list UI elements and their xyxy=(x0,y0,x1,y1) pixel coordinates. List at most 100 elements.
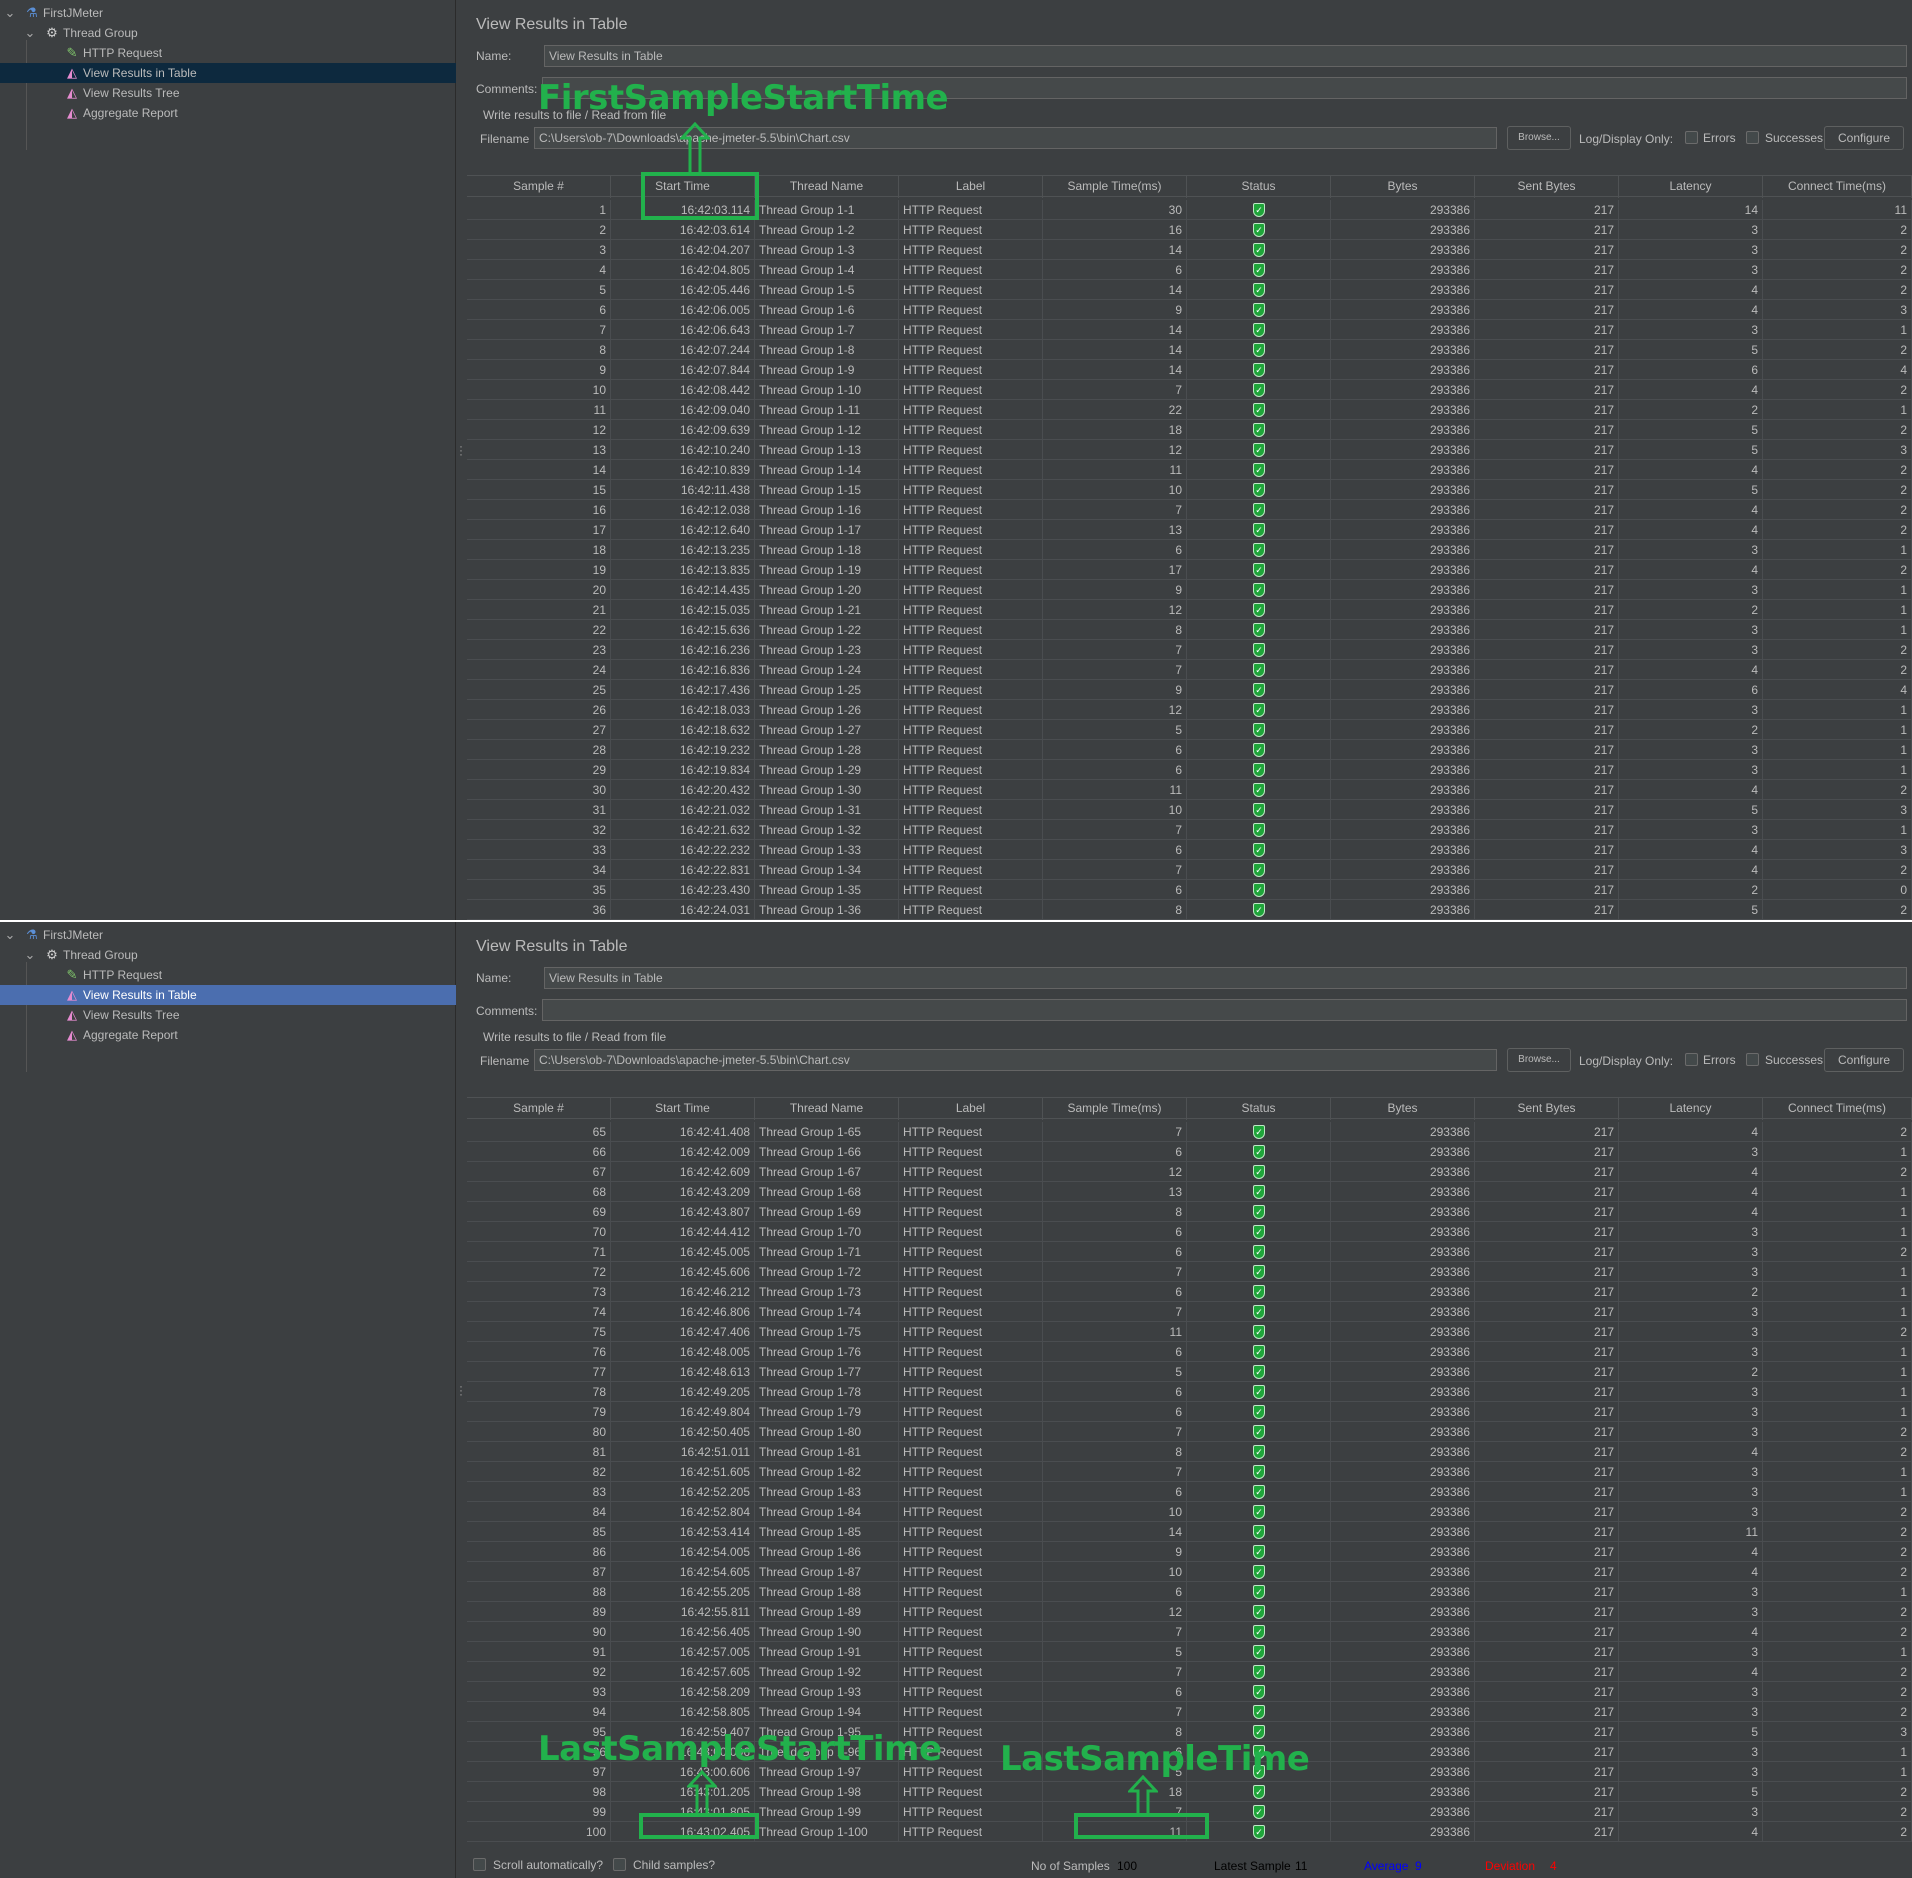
table-row[interactable]: 92 16:42:57.605 Thread Group 1-92 HTTP Requ… xyxy=(467,1662,1912,1682)
tree-item[interactable]: ✎ HTTP Request xyxy=(0,43,456,63)
child-samples-checkbox[interactable] xyxy=(613,1858,626,1871)
scroll-automatically-checkbox[interactable] xyxy=(473,1858,486,1871)
table-row[interactable]: 25 16:42:17.436 Thread Group 1-25 HTTP Requ… xyxy=(467,680,1912,700)
table-row[interactable]: 85 16:42:53.414 Thread Group 1-85 HTTP Requ… xyxy=(467,1522,1912,1542)
table-row[interactable]: 19 16:42:13.835 Thread Group 1-19 HTTP Requ… xyxy=(467,560,1912,580)
table-row[interactable]: 68 16:42:43.209 Thread Group 1-68 HTTP Requ… xyxy=(467,1182,1912,1202)
table-row[interactable]: 18 16:42:13.235 Thread Group 1-18 HTTP Requ… xyxy=(467,540,1912,560)
chevron-down-icon[interactable]: ⌄ xyxy=(22,947,38,963)
tree-item[interactable]: ◭ Aggregate Report xyxy=(0,103,456,123)
successes-checkbox[interactable] xyxy=(1746,131,1759,144)
column-header-bytes[interactable]: Bytes xyxy=(1331,176,1475,198)
table-row[interactable]: 30 16:42:20.432 Thread Group 1-30 HTTP Requ… xyxy=(467,780,1912,800)
table-row[interactable]: 75 16:42:47.406 Thread Group 1-75 HTTP Requ… xyxy=(467,1322,1912,1342)
table-row[interactable]: 79 16:42:49.804 Thread Group 1-79 HTTP Requ… xyxy=(467,1402,1912,1422)
column-header-sample-number[interactable]: Sample # xyxy=(467,1098,611,1120)
table-row[interactable]: 17 16:42:12.640 Thread Group 1-17 HTTP Requ… xyxy=(467,520,1912,540)
tree-item[interactable]: ◭ Aggregate Report xyxy=(0,1025,456,1045)
table-row[interactable]: 29 16:42:19.834 Thread Group 1-29 HTTP Requ… xyxy=(467,760,1912,780)
errors-checkbox[interactable] xyxy=(1685,1053,1698,1066)
browse-button[interactable]: Browse... xyxy=(1507,126,1571,150)
table-row[interactable]: 2 16:42:03.614 Thread Group 1-2 HTTP Reques… xyxy=(467,220,1912,240)
table-row[interactable]: 6 16:42:06.005 Thread Group 1-6 HTTP Reques… xyxy=(467,300,1912,320)
table-row[interactable]: 12 16:42:09.639 Thread Group 1-12 HTTP Requ… xyxy=(467,420,1912,440)
column-header-sample-time[interactable]: Sample Time(ms) xyxy=(1043,176,1187,198)
column-header-sent-bytes[interactable]: Sent Bytes xyxy=(1475,1098,1619,1120)
table-row[interactable]: 8 16:42:07.244 Thread Group 1-8 HTTP Reques… xyxy=(467,340,1912,360)
table-row[interactable]: 28 16:42:19.232 Thread Group 1-28 HTTP Requ… xyxy=(467,740,1912,760)
table-row[interactable]: 33 16:42:22.232 Thread Group 1-33 HTTP Requ… xyxy=(467,840,1912,860)
tree-item[interactable]: ⌄ ⚙ Thread Group xyxy=(0,23,456,43)
filename-input[interactable]: C:\Users\ob-7\Downloads\apache-jmeter-5.… xyxy=(534,127,1497,149)
table-row[interactable]: 74 16:42:46.806 Thread Group 1-74 HTTP Requ… xyxy=(467,1302,1912,1322)
filename-input[interactable]: C:\Users\ob-7\Downloads\apache-jmeter-5.… xyxy=(534,1049,1497,1071)
table-row[interactable]: 14 16:42:10.839 Thread Group 1-14 HTTP Requ… xyxy=(467,460,1912,480)
table-row[interactable]: 84 16:42:52.804 Thread Group 1-84 HTTP Requ… xyxy=(467,1502,1912,1522)
column-header-label[interactable]: Label xyxy=(899,1098,1043,1120)
table-row[interactable]: 91 16:42:57.005 Thread Group 1-91 HTTP Requ… xyxy=(467,1642,1912,1662)
table-row[interactable]: 76 16:42:48.005 Thread Group 1-76 HTTP Requ… xyxy=(467,1342,1912,1362)
chevron-down-icon[interactable]: ⌄ xyxy=(22,25,38,41)
table-row[interactable]: 11 16:42:09.040 Thread Group 1-11 HTTP Requ… xyxy=(467,400,1912,420)
column-header-start-time[interactable]: Start Time xyxy=(611,1098,755,1120)
configure-button[interactable]: Configure xyxy=(1824,126,1904,150)
tree-item[interactable]: ✎ HTTP Request xyxy=(0,965,456,985)
tree-item[interactable]: ⌄ ⚗ FirstJMeter xyxy=(0,3,456,23)
table-row[interactable]: 36 16:42:24.031 Thread Group 1-36 HTTP Requ… xyxy=(467,900,1912,920)
table-row[interactable]: 24 16:42:16.836 Thread Group 1-24 HTTP Requ… xyxy=(467,660,1912,680)
column-header-latency[interactable]: Latency xyxy=(1619,1098,1763,1120)
table-row[interactable]: 66 16:42:42.009 Thread Group 1-66 HTTP Requ… xyxy=(467,1142,1912,1162)
column-header-bytes[interactable]: Bytes xyxy=(1331,1098,1475,1120)
column-header-thread-name[interactable]: Thread Name xyxy=(755,176,899,198)
table-row[interactable]: 20 16:42:14.435 Thread Group 1-20 HTTP Requ… xyxy=(467,580,1912,600)
table-row[interactable]: 7 16:42:06.643 Thread Group 1-7 HTTP Reques… xyxy=(467,320,1912,340)
table-row[interactable]: 90 16:42:56.405 Thread Group 1-90 HTTP Requ… xyxy=(467,1622,1912,1642)
column-header-connect-time[interactable]: Connect Time(ms) xyxy=(1763,1098,1912,1120)
name-input[interactable]: View Results in Table xyxy=(544,45,1907,67)
table-row[interactable]: 71 16:42:45.005 Thread Group 1-71 HTTP Requ… xyxy=(467,1242,1912,1262)
tree-item[interactable]: ◭ View Results in Table xyxy=(0,63,456,83)
table-row[interactable]: 3 16:42:04.207 Thread Group 1-3 HTTP Reques… xyxy=(467,240,1912,260)
table-row[interactable]: 15 16:42:11.438 Thread Group 1-15 HTTP Requ… xyxy=(467,480,1912,500)
column-header-status[interactable]: Status xyxy=(1187,176,1331,198)
table-row[interactable]: 26 16:42:18.033 Thread Group 1-26 HTTP Requ… xyxy=(467,700,1912,720)
table-row[interactable]: 35 16:42:23.430 Thread Group 1-35 HTTP Requ… xyxy=(467,880,1912,900)
table-row[interactable]: 16 16:42:12.038 Thread Group 1-16 HTTP Requ… xyxy=(467,500,1912,520)
table-row[interactable]: 88 16:42:55.205 Thread Group 1-88 HTTP Requ… xyxy=(467,1582,1912,1602)
browse-button[interactable]: Browse... xyxy=(1507,1048,1571,1072)
table-row[interactable]: 94 16:42:58.805 Thread Group 1-94 HTTP Requ… xyxy=(467,1702,1912,1722)
table-row[interactable]: 80 16:42:50.405 Thread Group 1-80 HTTP Requ… xyxy=(467,1422,1912,1442)
splitter-handle[interactable]: · · · xyxy=(458,1380,464,1400)
comments-input[interactable] xyxy=(542,999,1907,1021)
table-row[interactable]: 82 16:42:51.605 Thread Group 1-82 HTTP Requ… xyxy=(467,1462,1912,1482)
column-header-latency[interactable]: Latency xyxy=(1619,176,1763,198)
table-row[interactable]: 32 16:42:21.632 Thread Group 1-32 HTTP Requ… xyxy=(467,820,1912,840)
table-row[interactable]: 93 16:42:58.209 Thread Group 1-93 HTTP Requ… xyxy=(467,1682,1912,1702)
table-row[interactable]: 21 16:42:15.035 Thread Group 1-21 HTTP Requ… xyxy=(467,600,1912,620)
configure-button[interactable]: Configure xyxy=(1824,1048,1904,1072)
table-row[interactable]: 72 16:42:45.606 Thread Group 1-72 HTTP Requ… xyxy=(467,1262,1912,1282)
table-row[interactable]: 34 16:42:22.831 Thread Group 1-34 HTTP Requ… xyxy=(467,860,1912,880)
column-header-label[interactable]: Label xyxy=(899,176,1043,198)
column-header-status[interactable]: Status xyxy=(1187,1098,1331,1120)
table-row[interactable]: 69 16:42:43.807 Thread Group 1-69 HTTP Requ… xyxy=(467,1202,1912,1222)
table-row[interactable]: 77 16:42:48.613 Thread Group 1-77 HTTP Requ… xyxy=(467,1362,1912,1382)
tree-item[interactable]: ◭ View Results in Table xyxy=(0,985,456,1005)
table-row[interactable]: 98 16:43:01.205 Thread Group 1-98 HTTP Requ… xyxy=(467,1782,1912,1802)
table-row[interactable]: 83 16:42:52.205 Thread Group 1-83 HTTP Requ… xyxy=(467,1482,1912,1502)
table-row[interactable]: 9 16:42:07.844 Thread Group 1-9 HTTP Reques… xyxy=(467,360,1912,380)
table-row[interactable]: 13 16:42:10.240 Thread Group 1-13 HTTP Requ… xyxy=(467,440,1912,460)
column-header-sent-bytes[interactable]: Sent Bytes xyxy=(1475,176,1619,198)
column-header-thread-name[interactable]: Thread Name xyxy=(755,1098,899,1120)
column-header-sample-number[interactable]: Sample # xyxy=(467,176,611,198)
table-row[interactable]: 81 16:42:51.011 Thread Group 1-81 HTTP Requ… xyxy=(467,1442,1912,1462)
table-row[interactable]: 89 16:42:55.811 Thread Group 1-89 HTTP Requ… xyxy=(467,1602,1912,1622)
chevron-down-icon[interactable]: ⌄ xyxy=(2,5,18,21)
column-header-sample-time[interactable]: Sample Time(ms) xyxy=(1043,1098,1187,1120)
table-row[interactable]: 27 16:42:18.632 Thread Group 1-27 HTTP Requ… xyxy=(467,720,1912,740)
chevron-down-icon[interactable]: ⌄ xyxy=(2,927,18,943)
tree-item[interactable]: ◭ View Results Tree xyxy=(0,1005,456,1025)
successes-checkbox[interactable] xyxy=(1746,1053,1759,1066)
table-row[interactable]: 86 16:42:54.005 Thread Group 1-86 HTTP Requ… xyxy=(467,1542,1912,1562)
table-row[interactable]: 73 16:42:46.212 Thread Group 1-73 HTTP Requ… xyxy=(467,1282,1912,1302)
